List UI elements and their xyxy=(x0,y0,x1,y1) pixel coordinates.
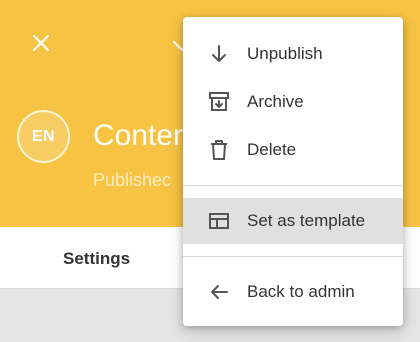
archive-icon xyxy=(207,90,231,114)
menu-item-set-as-template[interactable]: Set as template xyxy=(183,198,403,244)
menu-item-unpublish[interactable]: Unpublish xyxy=(183,31,403,77)
menu-item-label: Delete xyxy=(247,140,297,159)
menu-item-label: Archive xyxy=(247,92,304,111)
menu-item-label: Set as template xyxy=(247,211,366,230)
arrow-down-icon xyxy=(207,42,231,66)
tab-settings[interactable]: Settings xyxy=(63,249,130,269)
menu-item-label: Unpublish xyxy=(247,44,323,63)
arrow-left-icon xyxy=(207,280,231,304)
actions-menu: Unpublish Archive Delete Set as template… xyxy=(183,17,403,326)
menu-divider xyxy=(183,256,403,257)
template-icon xyxy=(207,209,231,233)
status-text: Publishec xyxy=(93,170,172,190)
menu-item-delete[interactable]: Delete xyxy=(183,127,403,173)
menu-divider xyxy=(183,185,403,186)
close-icon[interactable] xyxy=(29,31,53,55)
menu-item-back-to-admin[interactable]: Back to admin xyxy=(183,269,403,315)
avatar: EN xyxy=(17,110,70,163)
page-title: Conter xyxy=(93,119,184,152)
trash-icon xyxy=(207,138,231,162)
menu-item-archive[interactable]: Archive xyxy=(183,79,403,125)
menu-item-label: Back to admin xyxy=(247,282,355,301)
